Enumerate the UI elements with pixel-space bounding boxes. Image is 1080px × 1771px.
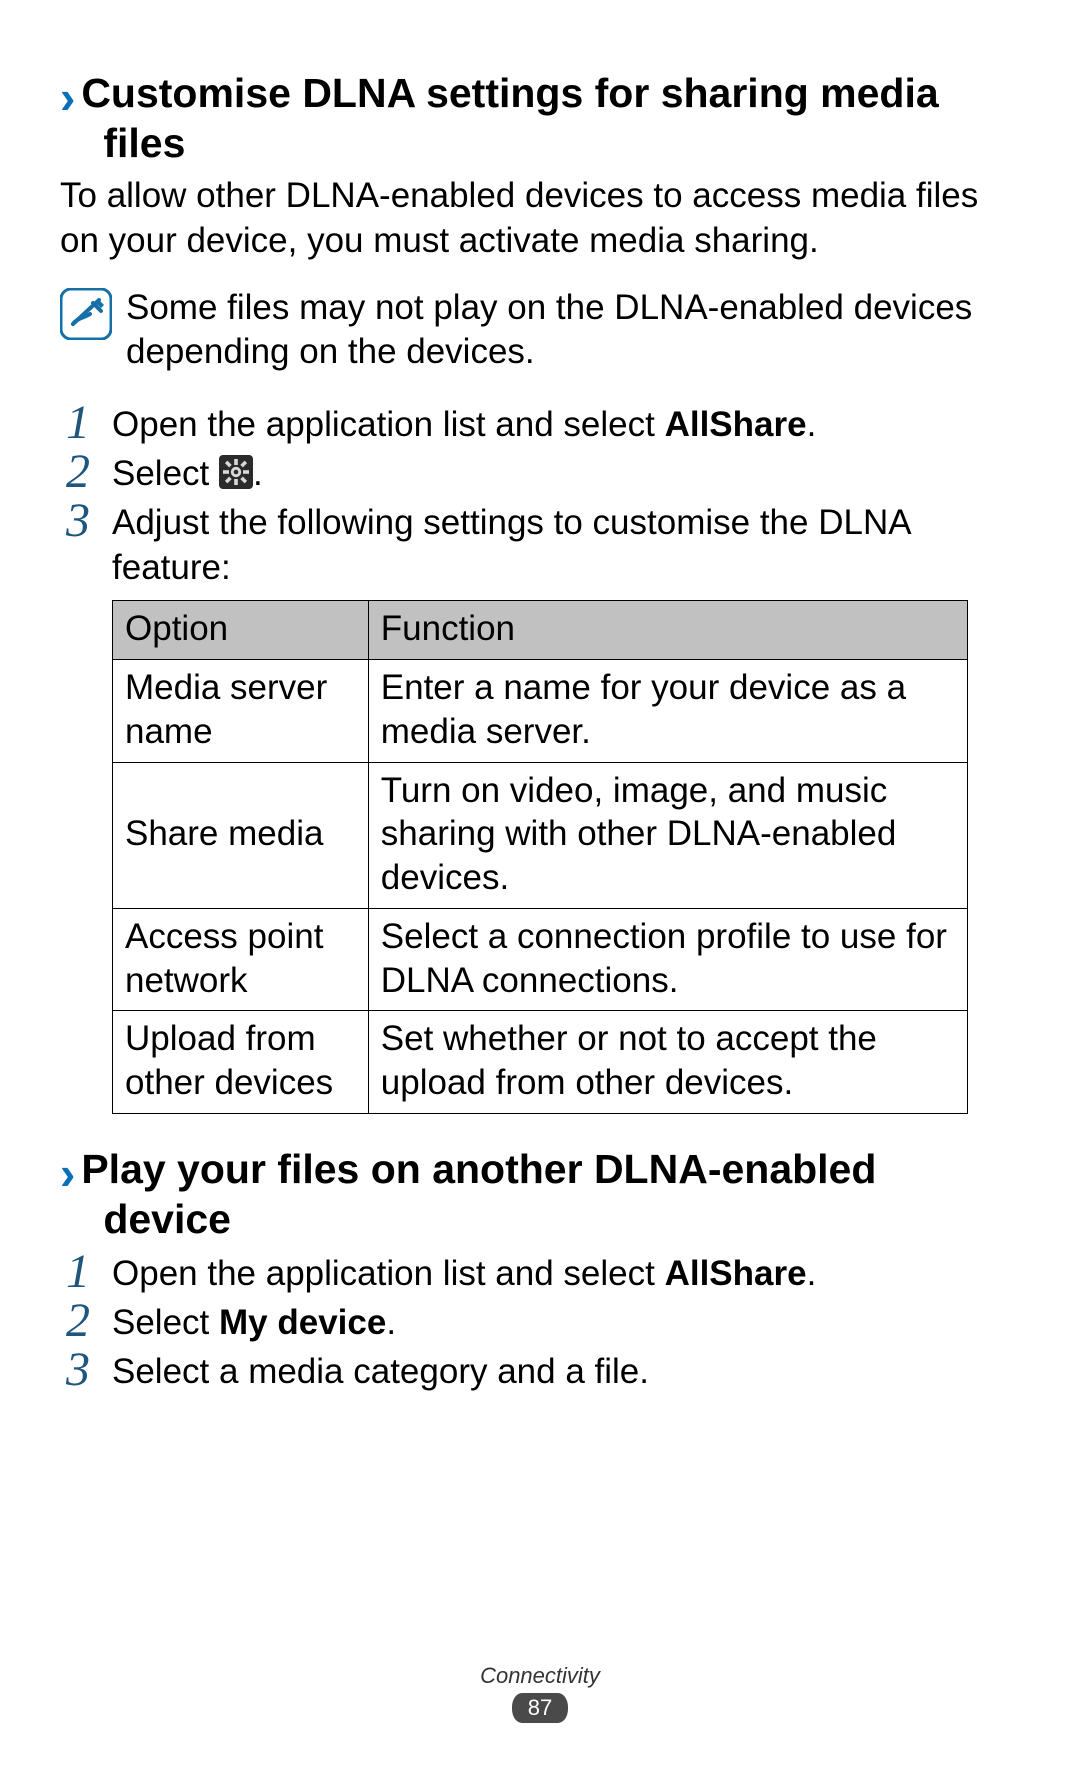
table-row: Access point network Select a connection… bbox=[113, 908, 968, 1011]
settings-table: Option Function Media server name Enter … bbox=[112, 600, 968, 1114]
section2-heading: › Play your files on another DLNA-enable… bbox=[60, 1144, 1020, 1244]
step-1: 1 Open the application list and select A… bbox=[60, 401, 1020, 448]
step-text-suffix: . bbox=[253, 454, 263, 493]
section2-title-line1: Play your files on another DLNA-enabled bbox=[81, 1146, 876, 1192]
step-number: 3 bbox=[60, 497, 96, 545]
step-number: 1 bbox=[60, 399, 96, 447]
chevron-icon: › bbox=[60, 1150, 75, 1196]
section1-intro: To allow other DLNA-enabled devices to a… bbox=[60, 174, 1020, 264]
settings-gear-icon bbox=[219, 455, 253, 489]
step-3: 3 Adjust the following settings to custo… bbox=[60, 499, 1020, 591]
step-2: 2 Select bbox=[60, 450, 1020, 497]
step-text-prefix: Select bbox=[112, 454, 219, 493]
table-cell-function: Select a connection profile to use for D… bbox=[368, 908, 967, 1011]
table-cell-option: Media server name bbox=[113, 660, 369, 763]
table-row: Upload from other devices Set whether or… bbox=[113, 1011, 968, 1114]
section1-title: Customise DLNA settings for sharing medi… bbox=[81, 68, 938, 168]
table-cell-function: Enter a name for your device as a media … bbox=[368, 660, 967, 763]
table-row: Share media Turn on video, image, and mu… bbox=[113, 762, 968, 908]
step-body: Select My device. bbox=[112, 1299, 1020, 1346]
section1-steps: 1 Open the application list and select A… bbox=[60, 401, 1020, 590]
step-text-suffix: . bbox=[807, 405, 817, 444]
step-text-suffix: . bbox=[807, 1254, 817, 1293]
section1-title-line2: files bbox=[81, 118, 938, 168]
note-callout: Some files may not play on the DLNA-enab… bbox=[60, 286, 1020, 376]
section2-title: Play your files on another DLNA-enabled … bbox=[81, 1144, 876, 1244]
step-number: 3 bbox=[60, 1346, 96, 1394]
table-header-function: Function bbox=[368, 601, 967, 660]
step-body: Adjust the following settings to customi… bbox=[112, 499, 1020, 591]
step-body: Select bbox=[112, 450, 1020, 497]
table-cell-function: Turn on video, image, and music sharing … bbox=[368, 762, 967, 908]
step-text-prefix: Open the application list and select bbox=[112, 1254, 665, 1293]
step-text-suffix: . bbox=[386, 1303, 396, 1342]
table-row: Media server name Enter a name for your … bbox=[113, 660, 968, 763]
step-text-bold: AllShare bbox=[665, 405, 807, 444]
section1-title-line1: Customise DLNA settings for sharing medi… bbox=[81, 70, 938, 116]
step-text-bold: My device bbox=[219, 1303, 386, 1342]
step-body: Open the application list and select All… bbox=[112, 401, 1020, 448]
table-header-row: Option Function bbox=[113, 601, 968, 660]
table-header-option: Option bbox=[113, 601, 369, 660]
page-number-badge: 87 bbox=[512, 1693, 568, 1723]
step-number: 2 bbox=[60, 448, 96, 496]
step-1: 1 Open the application list and select A… bbox=[60, 1250, 1020, 1297]
step-number: 1 bbox=[60, 1248, 96, 1296]
section1-heading: › Customise DLNA settings for sharing me… bbox=[60, 68, 1020, 168]
step-3: 3 Select a media category and a file. bbox=[60, 1348, 1020, 1395]
page-footer: Connectivity 87 bbox=[0, 1663, 1080, 1723]
table-cell-option: Share media bbox=[113, 762, 369, 908]
manual-page: › Customise DLNA settings for sharing me… bbox=[0, 0, 1080, 1771]
step-text-bold: AllShare bbox=[665, 1254, 807, 1293]
step-text-prefix: Open the application list and select bbox=[112, 405, 665, 444]
step-number: 2 bbox=[60, 1297, 96, 1345]
section2-steps: 1 Open the application list and select A… bbox=[60, 1250, 1020, 1394]
table-cell-function: Set whether or not to accept the upload … bbox=[368, 1011, 967, 1114]
step-body: Open the application list and select All… bbox=[112, 1250, 1020, 1297]
step-body: Select a media category and a file. bbox=[112, 1348, 1020, 1395]
table-cell-option: Upload from other devices bbox=[113, 1011, 369, 1114]
note-text: Some files may not play on the DLNA-enab… bbox=[126, 286, 1020, 376]
note-icon bbox=[60, 288, 112, 340]
step-2: 2 Select My device. bbox=[60, 1299, 1020, 1346]
footer-category: Connectivity bbox=[0, 1663, 1080, 1689]
step-text-prefix: Select bbox=[112, 1303, 219, 1342]
section2-title-line2: device bbox=[81, 1194, 876, 1244]
chevron-icon: › bbox=[60, 74, 75, 120]
table-cell-option: Access point network bbox=[113, 908, 369, 1011]
